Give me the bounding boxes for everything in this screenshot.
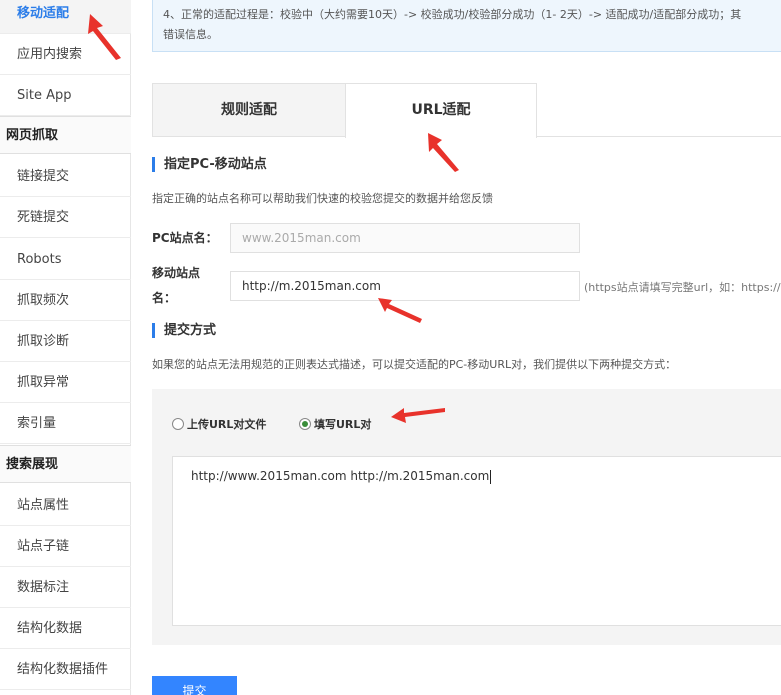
radio-fill-url-pairs[interactable]: 填写URL对 [299,416,371,432]
sidebar-item-label: 移动适配 [17,6,70,21]
sidebar-item-label: 抓取诊断 [17,334,70,349]
sidebar-item-deadlink-submit[interactable]: 死链提交 [0,197,131,238]
sidebar-item-app-search[interactable]: 应用内搜索 [0,34,131,75]
sidebar-item-sitelinks[interactable]: 站点子链 [0,526,131,567]
sidebar-item-site-app[interactable]: Site App [0,75,131,116]
submit-button[interactable]: 提交 [152,676,237,695]
sidebar-item-label: 抓取频次 [17,293,70,308]
page: 移动适配 应用内搜索 Site App 网页抓取 链接提交 死链提交 Robot… [0,0,781,695]
radio-label: 填写URL对 [314,418,372,431]
sidebar-item-robots[interactable]: Robots [0,239,131,280]
sidebar-item-data-markup[interactable]: 数据标注 [0,567,131,608]
sidebar-item-label: 索引量 [17,416,57,431]
textarea-text: http://www.2015man.com http://m.2015man.… [191,469,490,483]
sidebar-item-label: 站点子链 [17,539,70,554]
sidebar-item-site-attributes[interactable]: 站点属性 [0,485,131,526]
pc-site-input[interactable]: www.2015man.com [230,223,580,253]
radio-unchecked-icon [172,418,184,430]
tab-bar: 规则适配 URL适配 [152,83,781,138]
sidebar-item-label: 应用内搜索 [17,47,83,62]
section-title-submit-method: 提交方式 [152,323,216,338]
section-title-pc-mobile: 指定PC-移动站点 [152,157,267,172]
url-pairs-textarea[interactable]: http://www.2015man.com http://m.2015man.… [172,456,781,626]
sidebar-group-header-search-display: 搜索展现 [0,445,131,483]
sidebar-item-crawl-diagnosis[interactable]: 抓取诊断 [0,321,131,362]
sidebar-item-label: 数据标注 [17,580,70,595]
tab-rule-adapt[interactable]: 规则适配 [152,83,346,137]
sidebar-item-crawl-frequency[interactable]: 抓取频次 [0,280,131,321]
radio-upload-url-file[interactable]: 上传URL对文件 [172,416,266,432]
sidebar-item-structured-data-plugin[interactable]: 结构化数据插件 [0,649,131,690]
sidebar-item-label: 结构化数据 [17,621,83,636]
sidebar-item-label: 死链提交 [17,210,70,225]
sidebar-item-label: 站点属性 [17,498,70,513]
sidebar: 移动适配 应用内搜索 Site App 网页抓取 链接提交 死链提交 Robot… [0,0,131,695]
section-desc-pc-mobile: 指定正确的站点名称可以帮助我们快速的校验您提交的数据并给您反馈 [152,192,493,205]
mobile-site-label-line: 名： [152,291,177,305]
text-caret [490,469,492,484]
sidebar-item-label: 结构化数据插件 [17,662,109,677]
sidebar-group-header-crawl: 网页抓取 [0,116,131,154]
sidebar-item-crawl-errors[interactable]: 抓取异常 [0,362,131,403]
mobile-site-hint: (https站点请填写完整url，如：https:// [584,281,781,294]
mobile-site-label-line: 移动站点 [152,266,201,280]
sidebar-item-label: Robots [17,252,62,267]
sidebar-group-label: 搜索展现 [6,457,59,472]
notice-line: 错误信息。 [163,28,218,41]
tab-underline [537,136,781,137]
sidebar-item-label: 抓取异常 [17,375,70,390]
radio-checked-icon [299,418,311,430]
sidebar-item-mobile-adapt[interactable]: 移动适配 [0,0,131,34]
sidebar-item-index-count[interactable]: 索引量 [0,403,131,444]
sidebar-item-label: Site App [17,88,72,103]
sidebar-item-structured-data[interactable]: 结构化数据 [0,608,131,649]
tab-url-adapt[interactable]: URL适配 [345,83,537,138]
pc-site-label: PC站点名： [152,231,218,245]
sidebar-item-link-submit[interactable]: 链接提交 [0,156,131,197]
radio-label: 上传URL对文件 [187,418,267,431]
sidebar-item-label: 链接提交 [17,169,70,184]
mobile-site-label: 移动站点 名： [152,261,200,311]
notice-box: 4、正常的适配过程是：校验中（大约需要10天）-> 校验成功/校验部分成功（1-… [152,0,781,52]
section-desc-submit-method: 如果您的站点无法用规范的正则表达式描述，可以提交适配的PC-移动URL对，我们提… [152,358,677,371]
mobile-site-input[interactable]: http://m.2015man.com [230,271,580,301]
notice-line: 4、正常的适配过程是：校验中（大约需要10天）-> 校验成功/校验部分成功（1-… [163,8,742,21]
sidebar-group-label: 网页抓取 [6,128,59,143]
